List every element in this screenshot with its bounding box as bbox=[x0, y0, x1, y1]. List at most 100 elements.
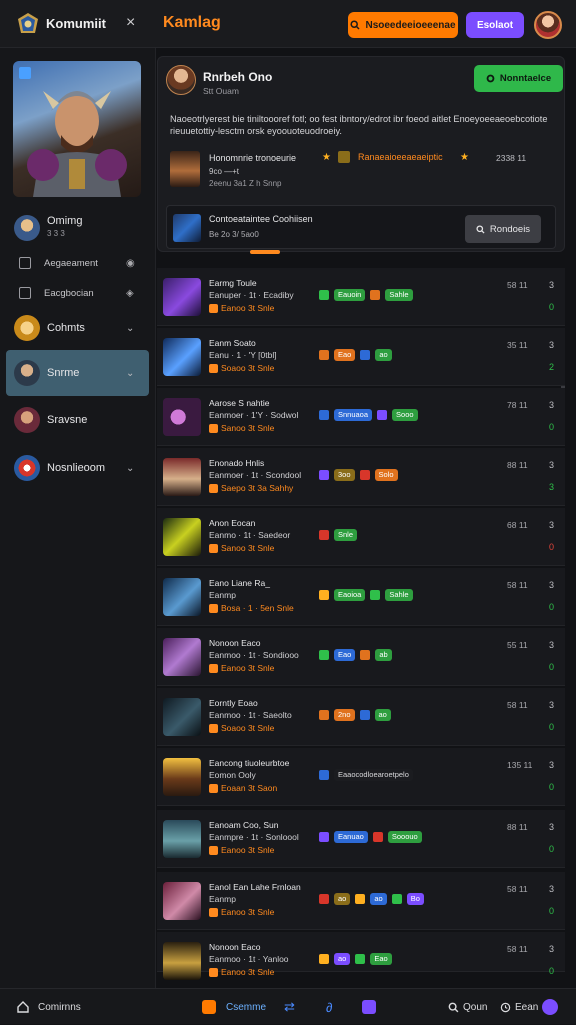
list-item[interactable]: Enonado Hnlis Eanmoer · 1t · Scondool Saep… bbox=[157, 448, 565, 506]
bottom-community-button[interactable]: Csemme bbox=[202, 989, 266, 1025]
sidebar-item-search[interactable]: Sravsne bbox=[0, 398, 156, 442]
tag-label[interactable]: 3oo bbox=[334, 469, 355, 481]
search-avatar bbox=[14, 407, 40, 433]
tag-label[interactable]: ao bbox=[374, 709, 391, 721]
sidebar-item-facebook[interactable]: Eacgbocian ◈ bbox=[0, 281, 156, 305]
list-item-meta-text: Sanoo 3t Snle bbox=[221, 543, 275, 553]
bottom-profile-button[interactable] bbox=[542, 989, 558, 1025]
sidebar-item-columns[interactable]: Cohmts ⌄ bbox=[0, 306, 156, 350]
page-title: Kamlag bbox=[163, 14, 221, 31]
sidebar-item-notifications[interactable]: Nosnlieoom ⌄ bbox=[0, 446, 156, 490]
secondary-entry[interactable]: Contoeataintee Coohiisen Be 2o 3/ 5ao0 R… bbox=[166, 205, 565, 396]
list-item-thumbnail bbox=[163, 458, 201, 496]
secondary-title: Contoeataintee Coohiisen bbox=[209, 214, 313, 224]
sidebar-item-active[interactable]: Snrme ⌄ bbox=[6, 350, 149, 396]
list-item[interactable]: Eanoam Coo, Sun Eanmpre · 1t · Sonloool Ea… bbox=[157, 810, 565, 868]
list-item[interactable]: Eanm Soato Eanu · 1 · 'Y [0tbl] Soaoo 3t S… bbox=[157, 328, 565, 386]
list-item-score: 2 bbox=[549, 362, 555, 372]
list-item-title: Eanoam Coo, Sun bbox=[209, 820, 278, 830]
tag-badge-icon bbox=[319, 470, 329, 480]
tag-label[interactable]: Sahle bbox=[385, 289, 413, 301]
online-avatar bbox=[14, 215, 40, 241]
bottom-home-button[interactable]: Comirnns bbox=[16, 989, 81, 1025]
list-item[interactable]: Eanol Ean Lahe Frnloan Eanmp Eanoo 3t Snle… bbox=[157, 872, 565, 930]
tag-label[interactable]: Eao bbox=[334, 649, 356, 661]
list-item-subtitle: Eanmoo · 1t · Saeolto bbox=[209, 710, 292, 720]
tag-label[interactable]: ao bbox=[334, 953, 351, 965]
tag-label[interactable]: ao bbox=[375, 349, 392, 361]
list-item-title-text: Eorntly Eoao bbox=[209, 698, 258, 708]
search-entry-button[interactable]: Rondoeis bbox=[465, 215, 541, 243]
featured-title: Honomnrie tronoeurie bbox=[209, 153, 297, 163]
list-item[interactable]: Eano Liane Ra_ Eanmp Bosa · 1 · 5en Snle Ea… bbox=[157, 568, 565, 626]
star-icon: ★ bbox=[322, 152, 331, 163]
list-item-score: 0 bbox=[549, 966, 555, 976]
sidebar-item-online[interactable]: Omimg 3 3 3 bbox=[0, 206, 156, 250]
bottom-shield-button[interactable] bbox=[362, 989, 376, 1025]
list-item[interactable]: Eancong tiuoleurbtoe Eomon Ooly Eoaan 3t S… bbox=[157, 748, 565, 806]
user-avatar[interactable] bbox=[534, 11, 562, 39]
close-icon[interactable]: × bbox=[126, 14, 135, 32]
fire-icon bbox=[209, 364, 218, 374]
list-item-subtitle-text: Eanmp bbox=[209, 894, 236, 904]
tag-label[interactable]: Solo bbox=[374, 469, 398, 481]
tag-label[interactable]: ao bbox=[370, 893, 387, 905]
featured-entry[interactable]: Honomnrie tronoeurie 9co —+t 2eenu 3a1 Z… bbox=[158, 145, 564, 193]
list-item[interactable]: Earmg Toule Eanuper · 1t · Ecadiby Eanoo 3… bbox=[157, 268, 565, 326]
tag-label[interactable]: ao bbox=[334, 893, 351, 905]
tag-label[interactable]: Sooo bbox=[392, 409, 418, 421]
sidebar-item-assignment[interactable]: Aegaeament ◉ bbox=[0, 251, 156, 275]
list-item[interactable]: Nonoon Eaco Eanmoo · 1t · Sondiooo Eanoo 3… bbox=[157, 628, 565, 686]
list-item-subtitle-text: Eanmoer · 1'Y · Sodwol bbox=[209, 410, 299, 420]
hero-character-image[interactable] bbox=[13, 61, 141, 197]
tag-label[interactable]: Eao bbox=[334, 349, 356, 361]
tag-label[interactable]: Bo bbox=[406, 893, 424, 905]
tag-label[interactable]: Sooouo bbox=[387, 831, 422, 843]
bottom-share-button[interactable]: ⇄ bbox=[284, 989, 295, 1025]
bottom-link-button[interactable]: ∂ bbox=[326, 989, 332, 1025]
tag-label[interactable]: Eauoin bbox=[334, 289, 366, 301]
list-item-subtitle-text: Eanu · 1 · 'Y [0tbl] bbox=[209, 350, 277, 360]
list-item-subtitle-text: Eanmo · 1t · Saedeor bbox=[209, 530, 291, 540]
tag-label[interactable]: Eaaocodloearoetpelo bbox=[334, 769, 413, 781]
primary-action-button[interactable]: Nsoeedeeioeeenae bbox=[348, 12, 458, 38]
tag-badge-icon bbox=[355, 894, 366, 904]
tag-label[interactable]: Sahle bbox=[385, 589, 413, 601]
sidebar-item-label: Cohmts bbox=[47, 322, 85, 334]
list-item-time: 68 11 bbox=[507, 520, 528, 530]
bottom-search-button[interactable]: Qoun bbox=[448, 989, 487, 1025]
app-logo-icon[interactable] bbox=[16, 12, 40, 36]
tag-badge-icon bbox=[319, 894, 329, 904]
list-item-title: Aarose S nahtie bbox=[209, 398, 269, 408]
sidebar-item-label: Snrme bbox=[47, 367, 80, 379]
list-item-title-text: Eanol Ean Lahe Frnloan bbox=[209, 882, 301, 892]
list-item[interactable]: Eorntly Eoao Eanmoo · 1t · Saeolto Soaoo 3… bbox=[157, 688, 565, 746]
list-item-subtitle: Eanmoer · 1t · Scondool bbox=[209, 470, 301, 480]
list-item-tags: 2no ao bbox=[319, 709, 391, 721]
tag-badge-icon bbox=[319, 290, 329, 300]
list-item[interactable]: Anon Eocan Eanmo · 1t · Saedeor Sanoo 3t S… bbox=[157, 508, 565, 566]
list-item[interactable]: Nonoon Eaco Eanmoo · 1t · Yanloo Eanoo 3t … bbox=[157, 932, 565, 980]
coin-icon bbox=[14, 315, 40, 341]
tag-label[interactable]: Eaoioa bbox=[334, 589, 366, 601]
list-item-meta-text: Eanoo 3t Snle bbox=[221, 907, 275, 917]
profile-avatar[interactable] bbox=[166, 65, 196, 95]
list-item-count: 3 bbox=[549, 884, 555, 894]
list-item[interactable]: Aarose S nahtie Eanmoer · 1'Y · Sodwol San… bbox=[157, 388, 565, 446]
list-item-thumbnail bbox=[163, 518, 201, 556]
bottom-clock-button[interactable]: Eean bbox=[500, 989, 538, 1025]
tag-label[interactable]: Eao bbox=[370, 953, 392, 965]
featured-thumbnail bbox=[170, 151, 200, 187]
tag-label[interactable]: 2no bbox=[334, 709, 355, 721]
carousel-indicator[interactable] bbox=[250, 250, 280, 254]
sidebar-item-label: Sravsne bbox=[47, 414, 88, 426]
secondary-action-button[interactable]: Esolaot bbox=[466, 12, 524, 38]
tag-badge-icon bbox=[359, 710, 370, 720]
list-item-time: 88 11 bbox=[507, 822, 528, 832]
tag-badge-icon bbox=[319, 710, 329, 720]
tag-label[interactable]: ab bbox=[375, 649, 392, 661]
follow-button[interactable]: Nonntaelce bbox=[474, 65, 563, 92]
tag-label[interactable]: Snle bbox=[334, 529, 358, 541]
tag-label[interactable]: Snnuaoa bbox=[334, 409, 373, 421]
tag-label[interactable]: Eanuao bbox=[334, 831, 368, 843]
